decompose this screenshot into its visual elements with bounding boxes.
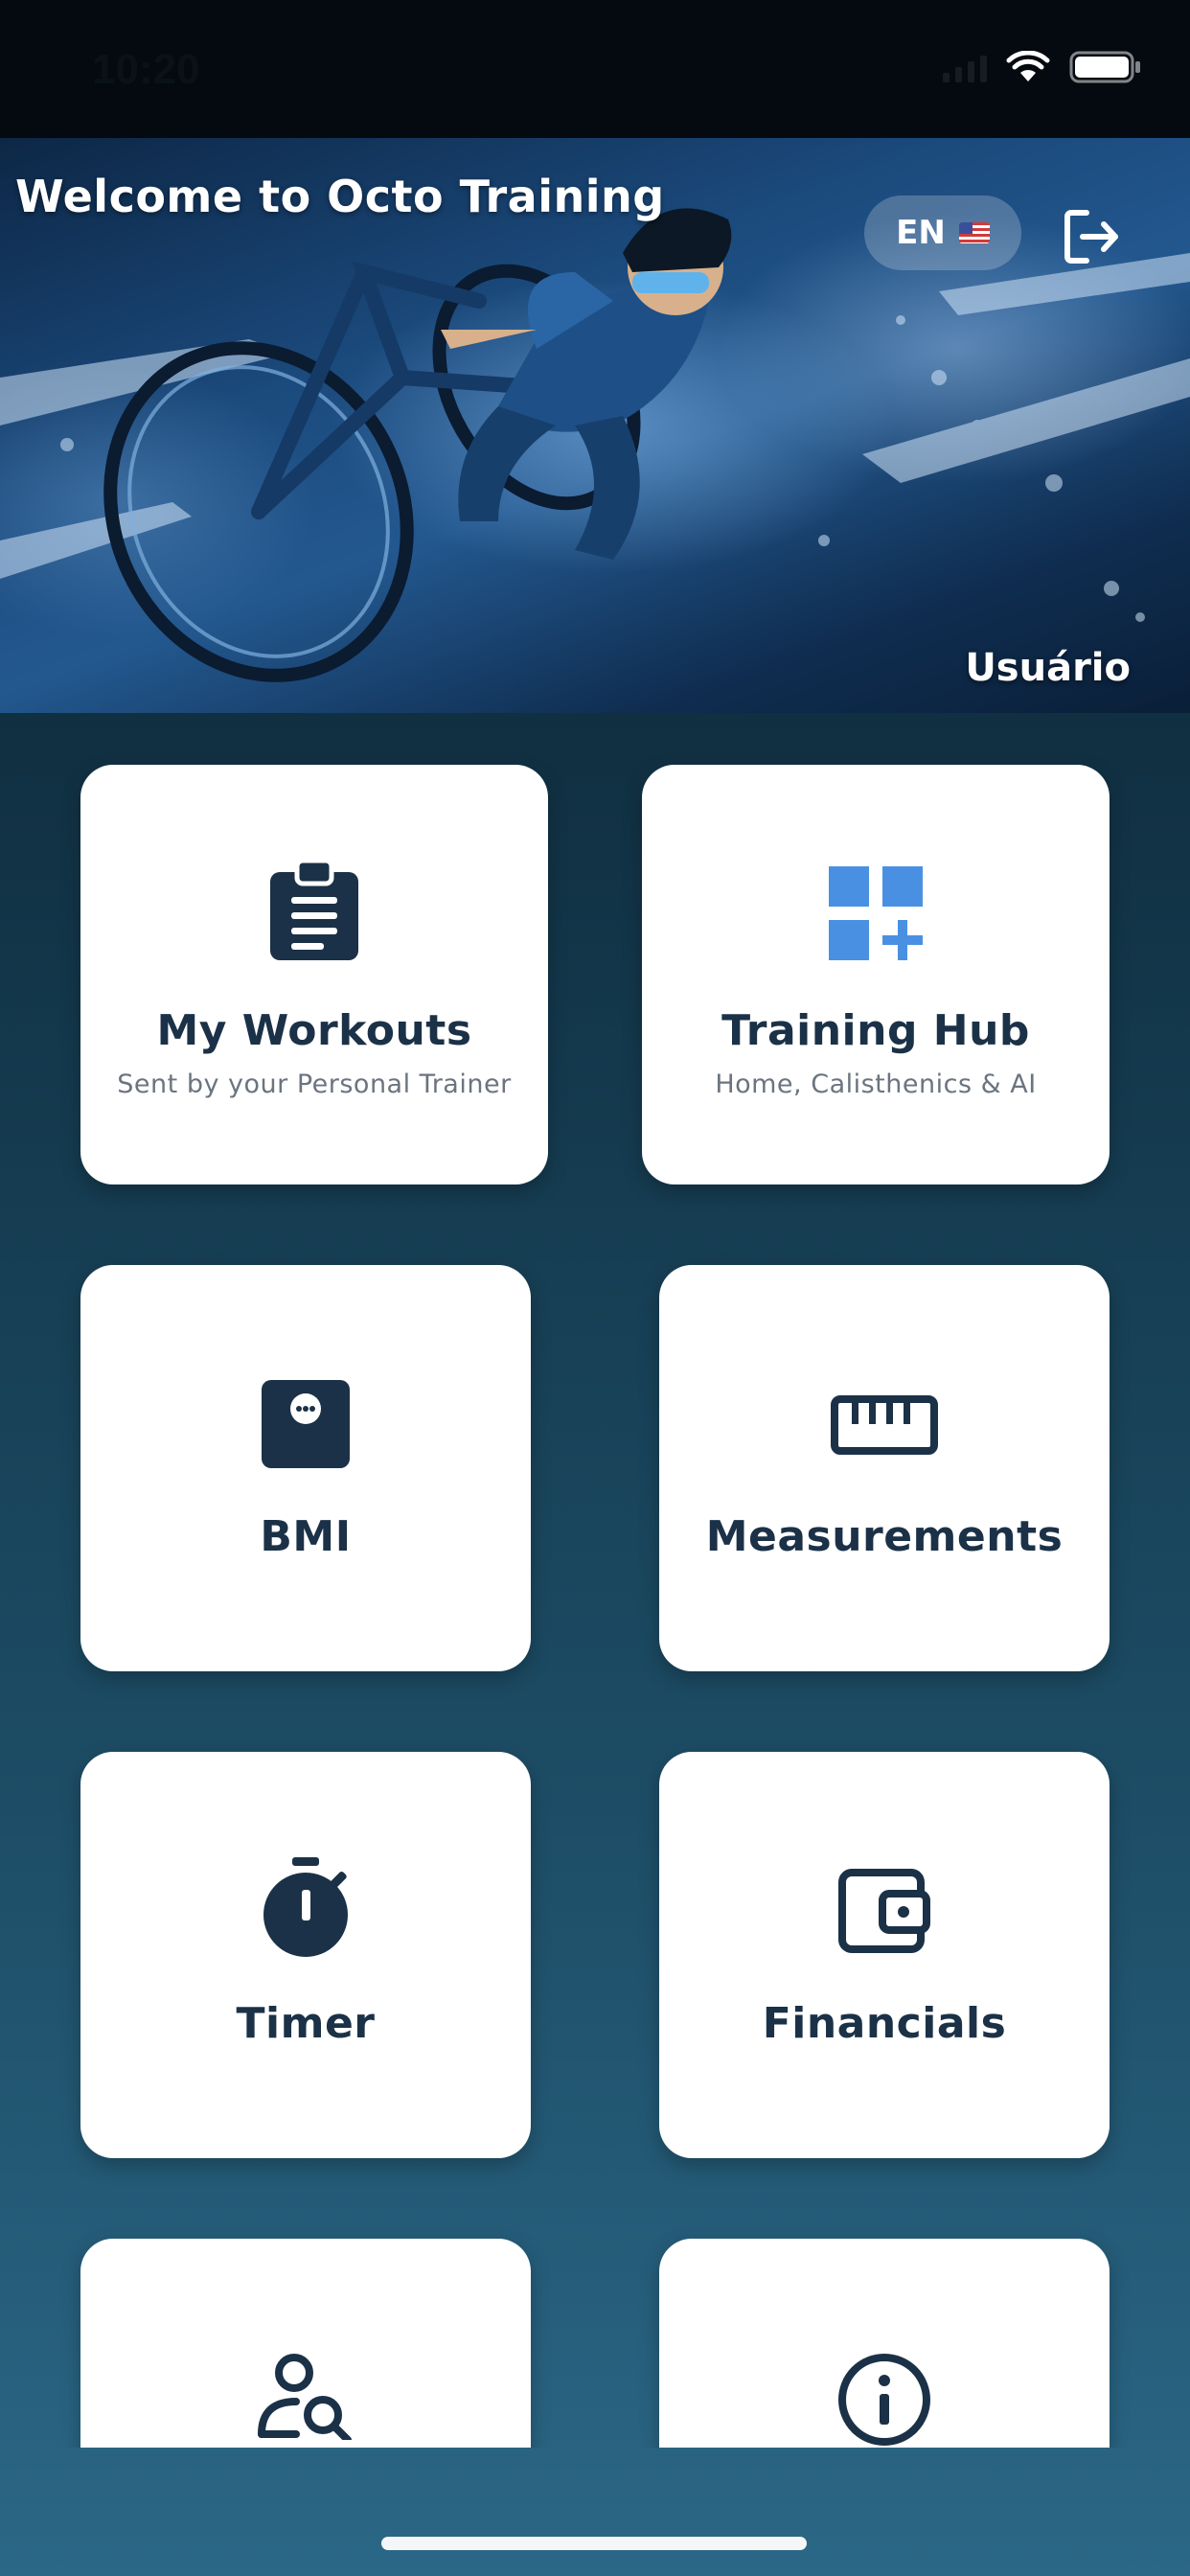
bmi-title: BMI	[260, 1512, 352, 1561]
timer-title: Timer	[236, 1999, 376, 2048]
logout-icon	[1064, 210, 1118, 264]
my-workouts-subtitle: Sent by your Personal Trainer	[117, 1070, 512, 1099]
scale-icon	[262, 1380, 350, 1468]
language-selector[interactable]: EN	[864, 196, 1021, 270]
trainer-search-card[interactable]	[80, 2239, 531, 2448]
stopwatch-icon	[263, 1857, 348, 1957]
us-flag-icon	[958, 222, 990, 243]
measurements-title: Measurements	[705, 1512, 1064, 1561]
logout-button[interactable]	[1060, 205, 1123, 268]
cellular-signal-icon	[943, 52, 987, 82]
timer-card[interactable]: Timer	[80, 1752, 531, 2158]
info-icon	[838, 2354, 930, 2446]
status-icons	[943, 50, 1142, 84]
battery-icon	[1069, 50, 1142, 84]
status-bar: 10:20	[0, 0, 1190, 138]
hero-banner: Welcome to Octo Training EN Usuário	[0, 138, 1190, 713]
financials-title: Financials	[762, 1999, 1007, 2048]
welcome-title: Welcome to Octo Training	[15, 171, 665, 222]
ruler-icon	[831, 1395, 938, 1455]
financials-card[interactable]: Financials	[659, 1752, 1110, 2158]
measurements-card[interactable]: Measurements	[659, 1265, 1110, 1671]
language-code: EN	[896, 214, 946, 252]
home-indicator[interactable]	[381, 2537, 807, 2550]
menu-grid: My Workouts Sent by your Personal Traine…	[0, 713, 1190, 2448]
wifi-icon	[1006, 51, 1050, 83]
wallet-icon	[838, 1869, 930, 1953]
training-hub-card[interactable]: Training Hub Home, Calisthenics & AI	[642, 765, 1110, 1184]
grid-plus-icon	[829, 866, 923, 960]
training-hub-title: Training Hub	[721, 1006, 1030, 1055]
person-search-icon	[258, 2354, 352, 2440]
my-workouts-card[interactable]: My Workouts Sent by your Personal Traine…	[80, 765, 548, 1184]
training-hub-subtitle: Home, Calisthenics & AI	[715, 1070, 1037, 1099]
my-workouts-title: My Workouts	[156, 1006, 472, 1055]
bmi-card[interactable]: BMI	[80, 1265, 531, 1671]
user-name: Usuário	[965, 646, 1131, 690]
clipboard-icon	[270, 859, 358, 960]
status-time: 10:20	[92, 46, 200, 93]
info-card[interactable]	[659, 2239, 1110, 2448]
